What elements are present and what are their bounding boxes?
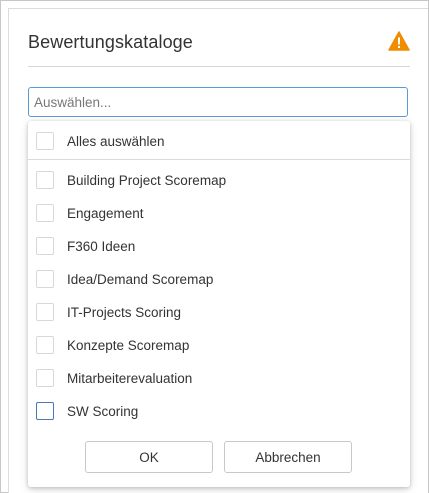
dropdown-menu: Alles auswählen Building Project Scorema… [28,121,410,487]
option-checkbox[interactable] [36,237,54,255]
ok-button[interactable]: OK [85,441,213,473]
panel-header: Bewertungskataloge [28,22,410,67]
option-checkbox[interactable] [36,303,54,321]
option-label: Building Project Scoremap [67,172,227,188]
dropdown-divider [28,159,410,160]
option-label: Engagement [67,205,144,221]
option-checkbox[interactable] [36,369,54,387]
option-item[interactable]: Konzepte Scoremap [36,334,189,356]
option-checkbox[interactable] [36,336,54,354]
option-checkbox[interactable] [36,171,54,189]
select-all-checkbox[interactable] [36,132,54,150]
option-item[interactable]: Building Project Scoremap [36,169,226,191]
option-label: Idea/Demand Scoremap [67,271,214,287]
option-checkbox[interactable] [36,270,54,288]
warning-icon [388,31,410,51]
select-placeholder: Auswählen... [34,94,112,110]
option-item[interactable]: SW Scoring [36,400,138,422]
option-label: Konzepte Scoremap [67,337,190,353]
option-item[interactable]: Mitarbeiterevaluation [36,367,192,389]
panel-title: Bewertungskataloge [28,32,193,52]
select-all-label: Alles auswählen [67,133,165,149]
option-checkbox[interactable] [36,402,54,420]
catalog-select-input[interactable]: Auswählen... [28,87,408,117]
option-label: F360 Ideen [67,238,136,254]
option-label: SW Scoring [67,403,139,419]
option-item[interactable]: Engagement [36,202,144,224]
option-item[interactable]: IT-Projects Scoring [36,301,181,323]
option-label: Mitarbeiterevaluation [67,370,193,386]
option-checkbox[interactable] [36,204,54,222]
option-item[interactable]: Idea/Demand Scoremap [36,268,213,290]
select-all-option[interactable]: Alles auswählen [36,130,165,152]
option-item[interactable]: F360 Ideen [36,235,135,257]
option-label: IT-Projects Scoring [67,304,182,320]
cancel-button[interactable]: Abbrechen [224,441,352,473]
